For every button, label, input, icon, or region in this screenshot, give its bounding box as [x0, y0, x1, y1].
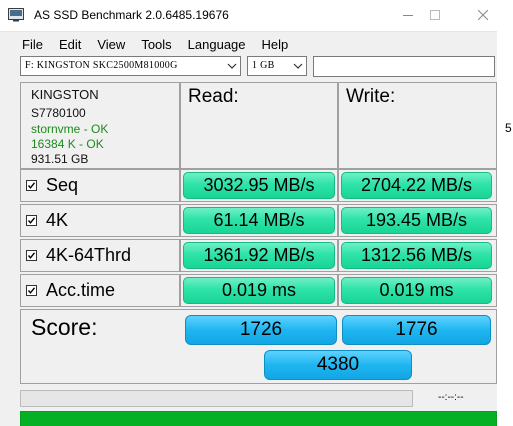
maximize-icon [430, 10, 440, 20]
checkbox-checked-icon[interactable] [26, 215, 37, 226]
menu-bar: File Edit View Tools Language Help [14, 34, 296, 54]
elapsed-time: --:--:-- [438, 392, 464, 403]
test-label: 4K [46, 210, 69, 230]
text-input[interactable] [313, 56, 495, 77]
read-score: 1726 [185, 315, 337, 345]
alignment-status: 16384 K - OK [31, 137, 104, 151]
drive-model: KINGSTON [31, 87, 99, 102]
drive-select-value: F: KINGSTON SKC2500M81000G [25, 60, 178, 71]
acc-time-read-result: 0.019 ms [183, 277, 335, 304]
checkbox-checked-icon[interactable] [26, 250, 37, 261]
app-icon [8, 8, 24, 22]
menu-help[interactable]: Help [254, 37, 297, 52]
drive-capacity: 931.51 GB [31, 152, 89, 166]
acc-time-write-result: 0.019 ms [341, 277, 492, 304]
window-title: AS SSD Benchmark 2.0.6485.19676 [34, 8, 229, 22]
write-header: Write: [346, 86, 396, 107]
driver-status: stornvme - OK [31, 122, 109, 136]
size-select-value: 1 GB [252, 60, 275, 71]
test-row-4k[interactable]: 4K [20, 204, 180, 237]
close-icon [478, 10, 488, 20]
test-row-4k-64thrd[interactable]: 4K-64Thrd [20, 239, 180, 272]
background-edge [497, 31, 513, 426]
test-row-acc-time[interactable]: Acc.time [20, 274, 180, 307]
4k-write-result: 193.45 MB/s [341, 207, 492, 234]
score-label: Score: [31, 314, 98, 340]
app-window: AS SSD Benchmark 2.0.6485.19676 File Edi… [0, 0, 513, 426]
background-text: 5 [505, 121, 512, 135]
close-button[interactable] [461, 0, 505, 30]
title-bar: AS SSD Benchmark 2.0.6485.19676 [0, 0, 513, 32]
size-select[interactable]: 1 GB [247, 56, 307, 76]
menu-view[interactable]: View [89, 37, 133, 52]
maximize-button[interactable] [413, 0, 457, 30]
4k-read-result: 61.14 MB/s [183, 207, 335, 234]
drive-select[interactable]: F: KINGSTON SKC2500M81000G [20, 56, 241, 76]
checkbox-checked-icon[interactable] [26, 285, 37, 296]
total-score: 4380 [264, 350, 412, 380]
chevron-down-icon [227, 63, 237, 69]
menu-file[interactable]: File [14, 37, 51, 52]
checkbox-checked-icon[interactable] [26, 180, 37, 191]
4k-64thrd-write-result: 1312.56 MB/s [341, 242, 492, 269]
seq-read-result: 3032.95 MB/s [183, 172, 335, 199]
write-score: 1776 [342, 315, 491, 345]
seq-write-result: 2704.22 MB/s [341, 172, 492, 199]
drive-serial: S7780100 [31, 106, 86, 120]
menu-tools[interactable]: Tools [133, 37, 179, 52]
status-progress-bar [20, 411, 497, 426]
test-row-seq[interactable]: Seq [20, 169, 180, 202]
test-label: Acc.time [46, 280, 116, 300]
test-progress-bar [20, 390, 413, 407]
test-label: 4K-64Thrd [46, 245, 132, 265]
read-header: Read: [188, 86, 239, 107]
menu-edit[interactable]: Edit [51, 37, 89, 52]
test-label: Seq [46, 175, 79, 195]
chevron-down-icon [293, 63, 303, 69]
menu-language[interactable]: Language [180, 37, 254, 52]
4k-64thrd-read-result: 1361.92 MB/s [183, 242, 335, 269]
minimize-icon [403, 15, 413, 16]
